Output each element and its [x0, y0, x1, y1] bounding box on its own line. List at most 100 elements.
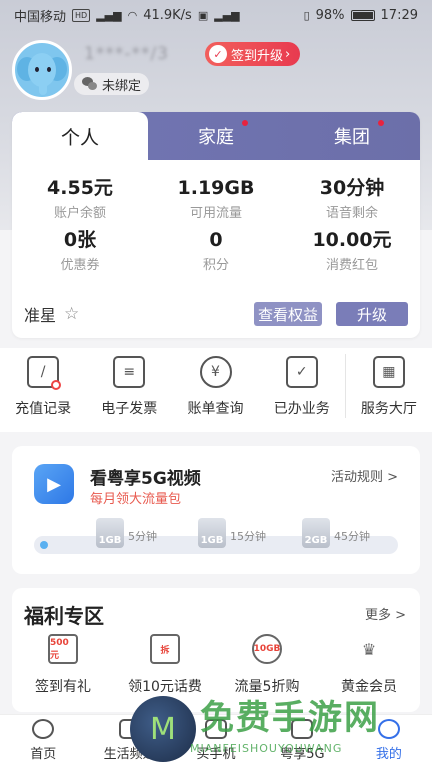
stat-value: 30分钟 [319, 177, 385, 199]
quick-item-label: 充值记录 [15, 401, 72, 417]
clock: 17:29 [380, 7, 418, 23]
gift-milestone-2[interactable]: 1GB 15分钟 [198, 518, 266, 548]
quick-item-invoice[interactable]: ≡ 电子发票 [86, 348, 172, 432]
stat-coupons[interactable]: 0张 优惠券 [12, 228, 148, 280]
video-promo-subtitle: 每月领大流量包 [90, 492, 182, 507]
stat-points[interactable]: 0 积分 [148, 228, 284, 280]
business-icon: ✓ [285, 356, 318, 388]
quick-item-label: 已办业务 [273, 401, 330, 417]
watermark-text: 免费手游网 [200, 698, 380, 738]
quick-menu: / 充值记录 ≡ 电子发票 ¥ 账单查询 ✓ 已办业务 ▦ 服务大厅 [0, 348, 432, 432]
gift-box-icon: 1GB [96, 518, 124, 548]
avatar[interactable] [12, 40, 72, 100]
stat-label: 消费红包 [325, 258, 378, 273]
view-rights-button[interactable]: 查看权益 [253, 302, 322, 326]
business-icon-glyph: ✓ [295, 364, 308, 380]
bill-query-icon: ¥ [199, 356, 232, 388]
service-hall-icon-glyph: ▦ [382, 364, 396, 380]
account-stats: 4.55元 账户余额 1.19GB 可用流量 30分钟 语音剩余 0张 优惠券 … [12, 160, 420, 280]
stat-value: 4.55元 [47, 177, 113, 199]
welfare-items: 500元 签到有礼 拆 领10元话费 10GB 流量5折购 ♛ 黄金会员 [12, 634, 420, 696]
stat-red-packet[interactable]: 10.00元 消费红包 [284, 228, 420, 280]
gift-minutes: 45分钟 [334, 530, 370, 543]
quick-item-business[interactable]: ✓ 已办业务 [259, 348, 345, 432]
wechat-bind-button[interactable]: 未绑定 [74, 73, 150, 95]
chevron-right-icon: › [285, 46, 291, 62]
wechat-bind-label: 未绑定 [102, 78, 142, 94]
quick-item-label: 账单查询 [187, 401, 244, 417]
notification-dot [242, 120, 248, 126]
invoice-icon: ≡ [113, 356, 146, 388]
tab-group[interactable]: 集团 [284, 112, 420, 160]
stat-label: 语音剩余 [325, 206, 378, 221]
gift-box-icon: 1GB [198, 518, 226, 548]
crown-icon: ♛ [361, 639, 377, 659]
quick-item-recharge-record[interactable]: / 充值记录 [0, 348, 86, 432]
welfare-item-signin-gift[interactable]: 500元 签到有礼 [12, 634, 114, 696]
tab-family[interactable]: 家庭 [148, 112, 284, 160]
bill-query-icon-glyph: ¥ [211, 364, 220, 380]
stat-label: 可用流量 [189, 206, 242, 221]
wechat-icon [82, 77, 98, 91]
service-hall-icon: ▦ [372, 356, 405, 388]
battery-icon [350, 9, 375, 21]
stat-value: 0张 [63, 229, 97, 251]
recharge-record-icon: / [27, 356, 62, 390]
vibrate-icon: ▯ [303, 8, 310, 22]
nav-home[interactable]: 首页 [0, 715, 86, 768]
signin-upgrade-label: 签到升级 [231, 48, 284, 64]
gift-box-icon: 2GB [302, 518, 330, 548]
welfare-item-data-discount[interactable]: 10GB 流量5折购 [216, 634, 318, 696]
data-bag-icon: 10GB [252, 634, 282, 664]
notification-dot [378, 120, 384, 126]
quick-item-label: 服务大厅 [360, 401, 417, 417]
quick-item-bill-query[interactable]: ¥ 账单查询 [172, 348, 258, 432]
member-level: 准星 [24, 306, 57, 325]
hd-icon: HD [72, 8, 91, 22]
watch-progress-dot [40, 541, 48, 549]
tab-label: 集团 [334, 127, 370, 148]
activity-rules-link[interactable]: 活动规则 > [331, 466, 398, 485]
tab-label: 家庭 [198, 127, 234, 148]
stat-balance[interactable]: 4.55元 账户余额 [12, 176, 148, 228]
tab-label: 个人 [60, 126, 99, 149]
quick-item-service-hall[interactable]: ▦ 服务大厅 [346, 348, 432, 432]
carrier-name: 中国移动 [14, 9, 67, 25]
video-promo-card[interactable]: ▶ 看粤享5G视频 每月领大流量包 活动规则 > 1GB 5分钟 1GB 15分… [12, 446, 420, 574]
app-notification-icon: ▣ [197, 8, 209, 22]
star-icon[interactable]: ☆ [64, 304, 79, 324]
wifi-icon: ◠ [127, 8, 138, 22]
signin-upgrade-button[interactable]: ✓ 签到升级 › [205, 42, 301, 66]
account-tabs: 个人 家庭 集团 [12, 112, 420, 160]
welfare-item-label: 签到有礼 [35, 679, 91, 695]
stat-value: 10.00元 [312, 229, 392, 251]
battery-percent: 98% [315, 7, 345, 23]
coupon-icon: 拆 [150, 634, 180, 664]
welfare-item-gold-member[interactable]: ♛ 黄金会员 [318, 634, 420, 696]
mine-icon [377, 719, 400, 739]
gift-milestone-3[interactable]: 2GB 45分钟 [302, 518, 370, 548]
status-bar: 中国移动 HD ▂▄▆ ◠ 41.9K/s ▣ ▂▄▆ ▯ 98% 17:29 [0, 0, 432, 30]
stat-value: 0 [209, 229, 223, 251]
avatar-trunk [39, 73, 47, 95]
tab-personal[interactable]: 个人 [12, 112, 148, 160]
avatar-eye-left [35, 67, 39, 72]
upgrade-button[interactable]: 升级 [336, 302, 408, 326]
quick-item-label: 电子发票 [101, 401, 158, 417]
clock-badge [51, 380, 62, 390]
stat-value: 1.19GB [177, 177, 255, 199]
calendar-check-icon: ✓ [209, 45, 227, 63]
recharge-record-icon-glyph: / [40, 364, 46, 380]
gift-milestone-1[interactable]: 1GB 5分钟 [96, 518, 157, 548]
welfare-more-link[interactable]: 更多 > [365, 604, 406, 623]
stat-label: 优惠券 [60, 258, 100, 273]
stat-voice[interactable]: 30分钟 语音剩余 [284, 176, 420, 228]
nav-label: 首页 [30, 747, 57, 762]
stat-data[interactable]: 1.19GB 可用流量 [148, 176, 284, 228]
account-card: 个人 家庭 集团 4.55元 账户余额 1.19GB 可用流量 30分钟 语音剩… [12, 112, 420, 338]
watermark-subtext: MIANFEISHOUYOUWANG [190, 742, 343, 755]
welfare-item-bill-credit[interactable]: 拆 领10元话费 [114, 634, 216, 696]
home-icon [32, 719, 55, 739]
calendar-gift-icon: 500元 [48, 634, 78, 664]
watermark-logo: M [130, 696, 196, 762]
